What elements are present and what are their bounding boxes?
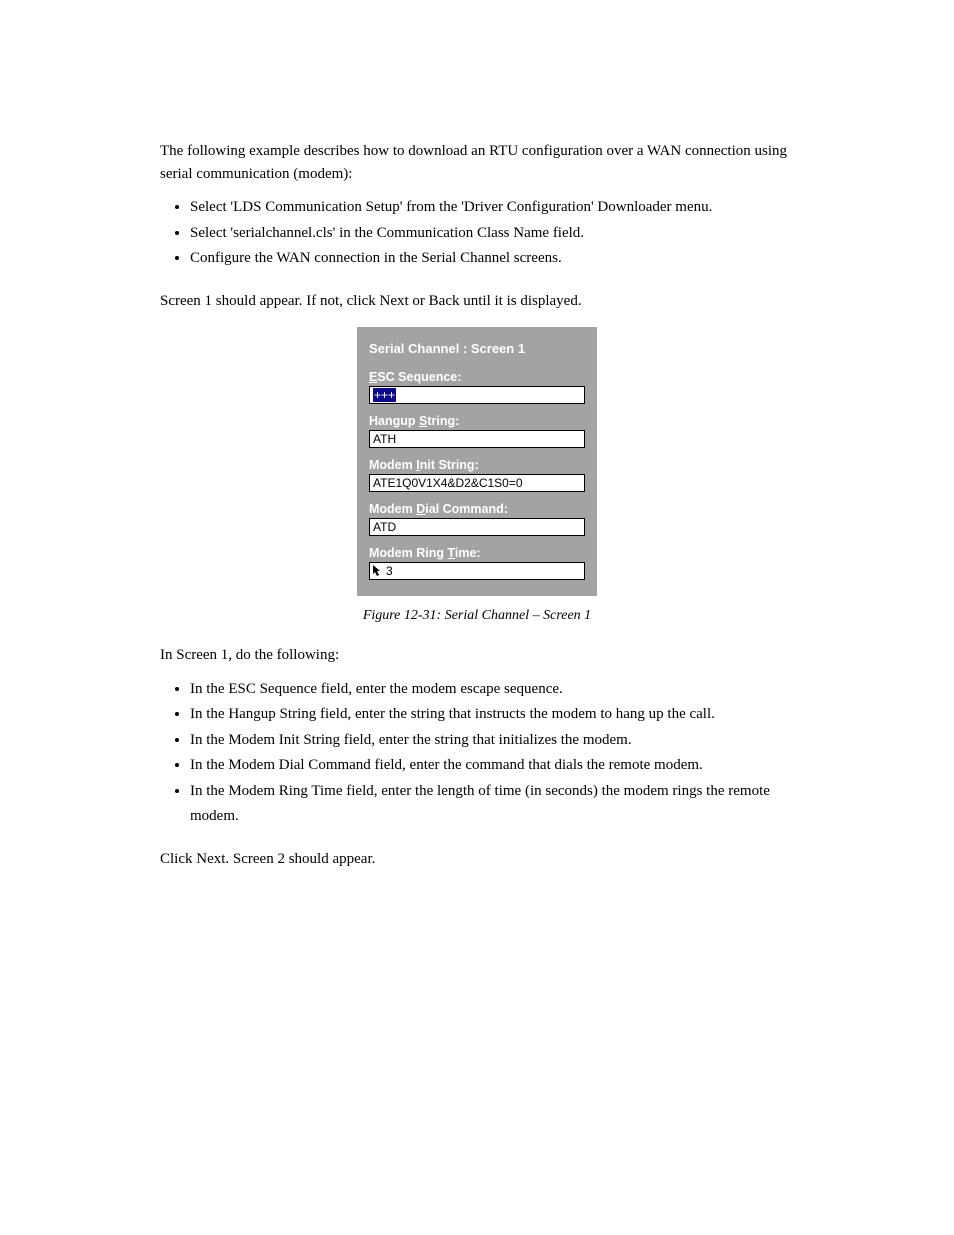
label-part: SC Sequence: [377,370,461,384]
section-2: In Screen 1, do the following: In the ES… [160,644,804,870]
serial-channel-dialog: Serial Channel : Screen 1 ESC Sequence: … [357,327,597,596]
modem-ring-value: 3 [386,564,393,578]
section1-intro: The following example describes how to d… [160,140,804,185]
label-part: Modem Ring [369,546,447,560]
section1-bullets: Select 'LDS Communication Setup' from th… [160,195,804,272]
esc-sequence-label: ESC Sequence: [369,370,585,384]
label-part: Modem [369,502,416,516]
label-part: tring: [427,414,459,428]
list-item: In the Modem Dial Command field, enter t… [190,753,804,779]
hangup-string-group: Hangup String: ATH [369,414,585,448]
esc-sequence-input[interactable]: +++ [369,386,585,404]
list-item: In the Hangup String field, enter the st… [190,702,804,728]
modem-ring-input[interactable]: 3 [369,562,585,580]
label-part: Modem [369,458,416,472]
list-item: In the Modem Init String field, enter th… [190,728,804,754]
section2-closing: Click Next. Screen 2 should appear. [160,848,804,871]
figure-caption: Figure 12-31: Serial Channel – Screen 1 [150,608,804,624]
list-item: Select 'serialchannel.cls' in the Commun… [190,221,804,247]
label-underline: T [447,546,454,560]
hangup-string-input[interactable]: ATH [369,430,585,448]
modem-dial-group: Modem Dial Command: ATD [369,502,585,536]
modem-init-label: Modem Init String: [369,458,585,472]
section2-intro: In Screen 1, do the following: [160,644,804,667]
modem-init-group: Modem Init String: ATE1Q0V1X4&D2&C1S0=0 [369,458,585,492]
modem-dial-value: ATD [373,520,396,534]
esc-sequence-group: ESC Sequence: +++ [369,370,585,404]
hangup-string-value: ATH [373,432,396,446]
modem-dial-input[interactable]: ATD [369,518,585,536]
modem-init-value: ATE1Q0V1X4&D2&C1S0=0 [373,476,523,490]
section-1: The following example describes how to d… [160,140,804,312]
list-item: Select 'LDS Communication Setup' from th… [190,195,804,221]
section2-bullets: In the ESC Sequence field, enter the mod… [160,677,804,830]
list-item: In the ESC Sequence field, enter the mod… [190,677,804,703]
modem-ring-label: Modem Ring Time: [369,546,585,560]
list-item: In the Modem Ring Time field, enter the … [190,779,804,830]
document-page: The following example describes how to d… [0,0,954,1235]
dialog-title: Serial Channel : Screen 1 [369,341,585,356]
label-part: ial Command: [425,502,508,516]
modem-dial-label: Modem Dial Command: [369,502,585,516]
hangup-string-label: Hangup String: [369,414,585,428]
modem-init-input[interactable]: ATE1Q0V1X4&D2&C1S0=0 [369,474,585,492]
figure-wrap: Serial Channel : Screen 1 ESC Sequence: … [150,327,804,596]
label-part: ime: [455,546,481,560]
label-part: nit String: [420,458,479,472]
label-underline: D [416,502,425,516]
section1-closing: Screen 1 should appear. If not, click Ne… [160,290,804,313]
cursor-icon [372,564,384,578]
modem-ring-group: Modem Ring Time: 3 [369,546,585,580]
esc-sequence-value: +++ [373,388,396,402]
list-item: Configure the WAN connection in the Seri… [190,246,804,272]
label-part: Hangup [369,414,419,428]
